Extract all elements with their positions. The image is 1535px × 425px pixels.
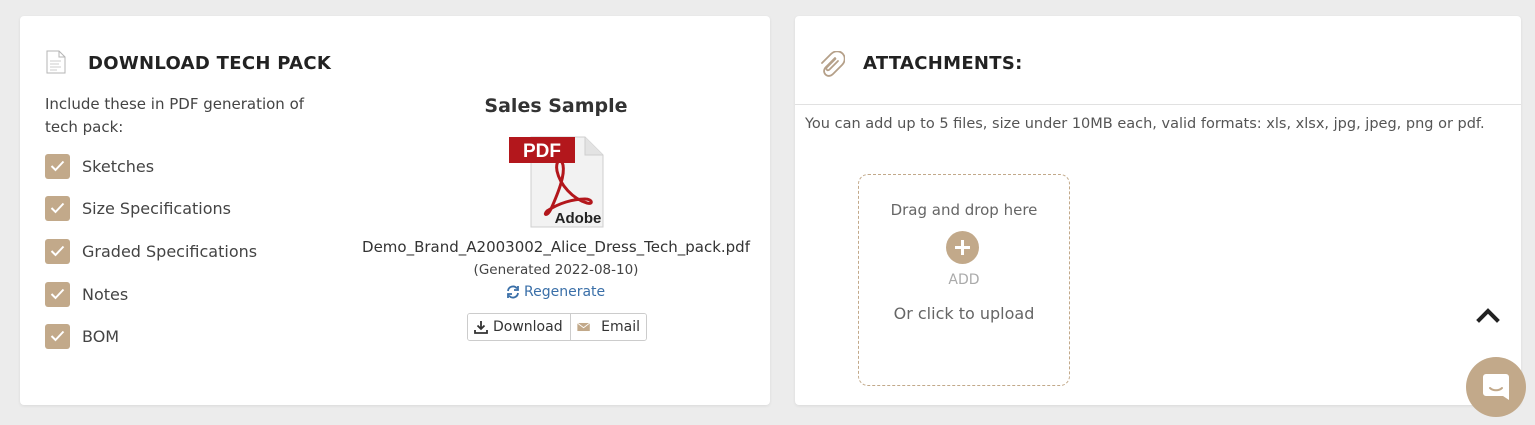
- pdf-brand-text: Adobe: [555, 210, 602, 227]
- generated-date: (Generated 2022-08-10): [473, 262, 639, 278]
- dropzone-drag-text: Drag and drop here: [890, 201, 1038, 219]
- option-label: Size Specifications: [82, 198, 231, 218]
- chat-launcher-button[interactable]: [1466, 357, 1526, 417]
- download-email-button-group: Download Email: [467, 313, 647, 341]
- sample-title: Sales Sample: [484, 95, 628, 117]
- scroll-to-top-chevron-icon[interactable]: [1476, 306, 1500, 324]
- option-size-specifications[interactable]: Size Specifications: [45, 195, 231, 221]
- envelope-icon: [577, 322, 591, 332]
- file-dropzone[interactable]: Drag and drop here ADD Or click to uploa…: [858, 174, 1070, 386]
- option-notes[interactable]: Notes: [45, 281, 128, 307]
- dropzone-add-label: ADD: [948, 272, 980, 288]
- pdf-badge-text: PDF: [523, 141, 561, 162]
- option-graded-specifications[interactable]: Graded Specifications: [45, 238, 257, 264]
- checkbox-checked-icon[interactable]: [45, 238, 70, 264]
- email-label: Email: [601, 319, 640, 335]
- dropzone-upload-text: Or click to upload: [893, 304, 1035, 323]
- refresh-icon: [507, 285, 519, 299]
- chat-icon: [1483, 374, 1509, 400]
- download-button[interactable]: Download: [468, 314, 571, 340]
- checkbox-checked-icon[interactable]: [45, 153, 70, 179]
- attachments-card: ATTACHMENTS: You can add up to 5 files, …: [795, 16, 1521, 405]
- download-label: Download: [493, 319, 563, 335]
- attachments-title: ATTACHMENTS:: [863, 53, 1023, 74]
- checkbox-checked-icon[interactable]: [45, 281, 70, 307]
- email-button[interactable]: Email: [571, 314, 646, 340]
- option-label: BOM: [82, 326, 120, 346]
- checkbox-checked-icon[interactable]: [45, 323, 70, 349]
- paperclip-icon: [821, 51, 845, 77]
- document-icon: [46, 50, 66, 74]
- regenerate-link[interactable]: Regenerate: [506, 284, 605, 300]
- download-tech-pack-card: DOWNLOAD TECH PACK Include these in PDF …: [20, 16, 770, 405]
- file-name: Demo_Brand_A2003002_Alice_Dress_Tech_pac…: [362, 238, 750, 256]
- divider: [795, 104, 1521, 105]
- regenerate-label: Regenerate: [524, 284, 606, 300]
- option-label: Graded Specifications: [82, 241, 258, 261]
- option-label: Notes: [82, 284, 129, 304]
- download-icon: [474, 321, 488, 334]
- add-plus-icon[interactable]: [946, 231, 979, 264]
- tech-pack-intro-text: Include these in PDF generation of tech …: [45, 95, 305, 136]
- pdf-file-icon[interactable]: PDF Adobe: [507, 133, 605, 229]
- tech-pack-title: DOWNLOAD TECH PACK: [88, 53, 332, 74]
- checkbox-checked-icon[interactable]: [45, 195, 70, 221]
- option-bom[interactable]: BOM: [45, 323, 119, 349]
- option-label: Sketches: [82, 156, 155, 176]
- option-sketches[interactable]: Sketches: [45, 153, 154, 179]
- attachments-info-text: You can add up to 5 files, size under 10…: [805, 116, 1485, 132]
